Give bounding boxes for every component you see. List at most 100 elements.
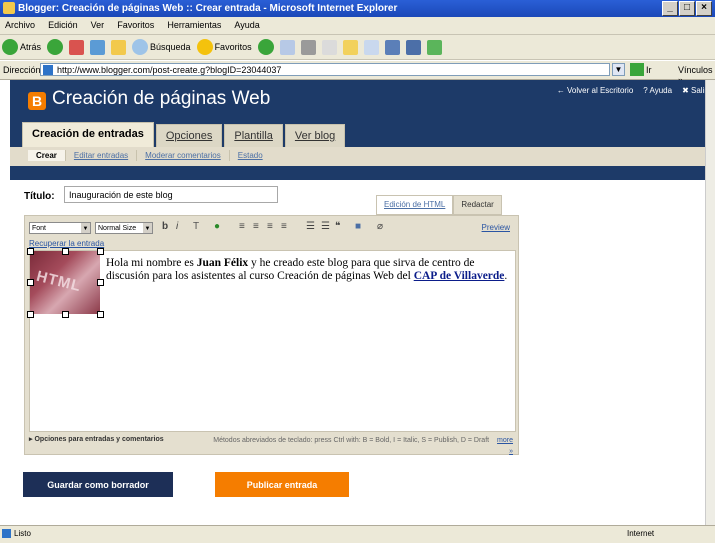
menu-bar: Archivo Edición Ver Favoritos Herramient… <box>0 17 715 35</box>
editor-toolbar: Font ▼ Normal Size ▼ b i T ● ≡ ≡ ≡ ≡ ☰ ☰ ❝… <box>29 221 514 236</box>
menu-ayuda[interactable]: Ayuda <box>229 17 264 30</box>
link-icon[interactable]: ● <box>214 221 220 232</box>
page-icon <box>43 65 53 75</box>
back-arrow-icon <box>2 39 18 55</box>
numbered-list-icon[interactable]: ☰ <box>306 221 315 232</box>
chevron-down-icon: ▼ <box>143 223 152 233</box>
resize-handle[interactable] <box>27 279 34 286</box>
page-title: Creación de páginas Web <box>52 88 271 109</box>
media-icon[interactable] <box>405 39 421 55</box>
ie-icon <box>3 2 15 14</box>
resize-handle[interactable] <box>27 311 34 318</box>
tab-edit-html[interactable]: Edición de HTML <box>376 195 454 215</box>
forward-arrow-icon[interactable] <box>47 39 64 55</box>
text-color-icon[interactable]: T <box>193 221 199 232</box>
subtab-moderate-comments[interactable]: Moderar comentarios <box>137 150 230 161</box>
editor-mode-tabs: Edición de HTML Redactar <box>376 195 502 215</box>
tab-compose[interactable]: Redactar <box>453 195 502 215</box>
zone-text: Internet <box>627 529 655 538</box>
tab-posting[interactable]: Creación de entradas <box>22 122 154 147</box>
window-title: Blogger: Creación de páginas Web :: Crea… <box>18 3 398 14</box>
tab-settings[interactable]: Opciones <box>155 124 223 147</box>
image-icon[interactable]: ■ <box>355 221 361 232</box>
title-input[interactable] <box>64 186 278 203</box>
subtab-status[interactable]: Estado <box>230 150 271 161</box>
italic-icon[interactable]: i <box>176 221 178 232</box>
edit-icon[interactable] <box>321 39 337 55</box>
blockquote-icon[interactable]: ❝ <box>335 221 340 232</box>
page-content: B Creación de páginas Web ← Volver al Es… <box>10 80 715 525</box>
resize-handle[interactable] <box>97 279 104 286</box>
home-icon[interactable] <box>111 39 127 55</box>
save-draft-button[interactable]: Guardar como borrador <box>23 472 173 497</box>
align-right-icon[interactable]: ≡ <box>267 221 273 232</box>
back-button[interactable]: Atrás <box>2 39 41 55</box>
history-icon[interactable] <box>257 39 274 55</box>
back-to-dashboard-link[interactable]: ← Volver al Escritorio <box>557 86 633 95</box>
vertical-scrollbar[interactable] <box>705 80 715 525</box>
bold-icon[interactable]: b <box>162 221 168 232</box>
status-text: Listo <box>14 529 31 538</box>
main-tabs: Creación de entradas Opciones Plantilla … <box>22 122 346 147</box>
close-button[interactable]: × <box>696 1 712 16</box>
mail-icon[interactable] <box>279 39 295 55</box>
menu-favoritos[interactable]: Favoritos <box>112 17 159 30</box>
address-label: Dirección <box>3 65 41 75</box>
subtab-edit-posts[interactable]: Editar entradas <box>66 150 138 161</box>
resize-handle[interactable] <box>62 311 69 318</box>
size-select[interactable]: Normal Size ▼ <box>95 222 153 234</box>
minimize-button[interactable]: _ <box>662 1 678 16</box>
go-icon[interactable] <box>630 63 644 76</box>
go-label[interactable]: Ir <box>646 65 652 75</box>
title-label: Título: <box>24 191 55 202</box>
print-icon[interactable] <box>300 39 316 55</box>
chevron-down-icon: ▼ <box>81 223 90 233</box>
align-center-icon[interactable]: ≡ <box>253 221 259 232</box>
resize-handle[interactable] <box>97 248 104 255</box>
favorites-button[interactable]: Favoritos <box>196 39 252 55</box>
window-titlebar: Blogger: Creación de páginas Web :: Crea… <box>0 0 715 17</box>
search-button[interactable]: Búsqueda <box>132 39 191 55</box>
publish-button[interactable]: Publicar entrada <box>215 472 349 497</box>
address-input[interactable]: http://www.blogger.com/post-create.g?blo… <box>40 63 610 76</box>
address-bar: Dirección http://www.blogger.com/post-cr… <box>0 61 715 85</box>
maximize-button[interactable]: □ <box>679 1 695 16</box>
menu-ver[interactable]: Ver <box>86 17 110 30</box>
folder-icon[interactable] <box>342 39 358 55</box>
post-image[interactable]: HTML <box>30 251 100 314</box>
tool-icon[interactable] <box>384 39 400 55</box>
tab-view-blog[interactable]: Ver blog <box>284 124 346 147</box>
menu-herramientas[interactable]: Herramientas <box>162 17 226 30</box>
stop-icon[interactable] <box>69 39 85 55</box>
menu-archivo[interactable]: Archivo <box>0 17 40 30</box>
page-done-icon <box>2 529 11 538</box>
tab-template[interactable]: Plantilla <box>224 124 283 147</box>
address-dropdown[interactable]: ▼ <box>612 63 625 76</box>
font-select[interactable]: Font ▼ <box>29 222 91 234</box>
help-link[interactable]: ? Ayuda <box>643 86 672 95</box>
editor-area[interactable]: HTML Hola mi nombre es Juan Félix y he c… <box>27 248 516 432</box>
refresh-icon[interactable] <box>90 39 106 55</box>
keyboard-shortcuts: Métodos abreviados de teclado: press Ctr… <box>213 437 513 455</box>
subtab-create[interactable]: Crear <box>28 150 66 161</box>
document-icon[interactable] <box>363 39 379 55</box>
editor-panel: Font ▼ Normal Size ▼ b i T ● ≡ ≡ ≡ ≡ ☰ ☰ ❝… <box>24 215 519 455</box>
recover-post-link[interactable]: Recuperar la entrada <box>29 239 104 248</box>
eraser-icon[interactable]: ⌀ <box>377 221 383 232</box>
star-icon <box>196 39 213 55</box>
resize-handle[interactable] <box>97 311 104 318</box>
justify-icon[interactable]: ≡ <box>281 221 287 232</box>
post-body[interactable]: Hola mi nombre es Juan Félix y he creado… <box>106 257 511 283</box>
preview-link[interactable]: Preview <box>482 223 510 232</box>
menu-edicion[interactable]: Edición <box>43 17 83 30</box>
resize-handle[interactable] <box>62 248 69 255</box>
post-options-toggle[interactable]: ▸ Opciones para entradas y comentarios <box>29 435 164 443</box>
align-left-icon[interactable]: ≡ <box>239 221 245 232</box>
logout-link[interactable]: ✖ Salir <box>682 86 707 95</box>
author-name: Juan Félix <box>196 257 249 269</box>
messenger-icon[interactable] <box>426 39 442 55</box>
bullet-list-icon[interactable]: ☰ <box>321 221 330 232</box>
resize-handle[interactable] <box>27 248 34 255</box>
more-link[interactable]: more » <box>497 437 513 455</box>
cap-link[interactable]: CAP de Villaverde <box>414 270 505 282</box>
